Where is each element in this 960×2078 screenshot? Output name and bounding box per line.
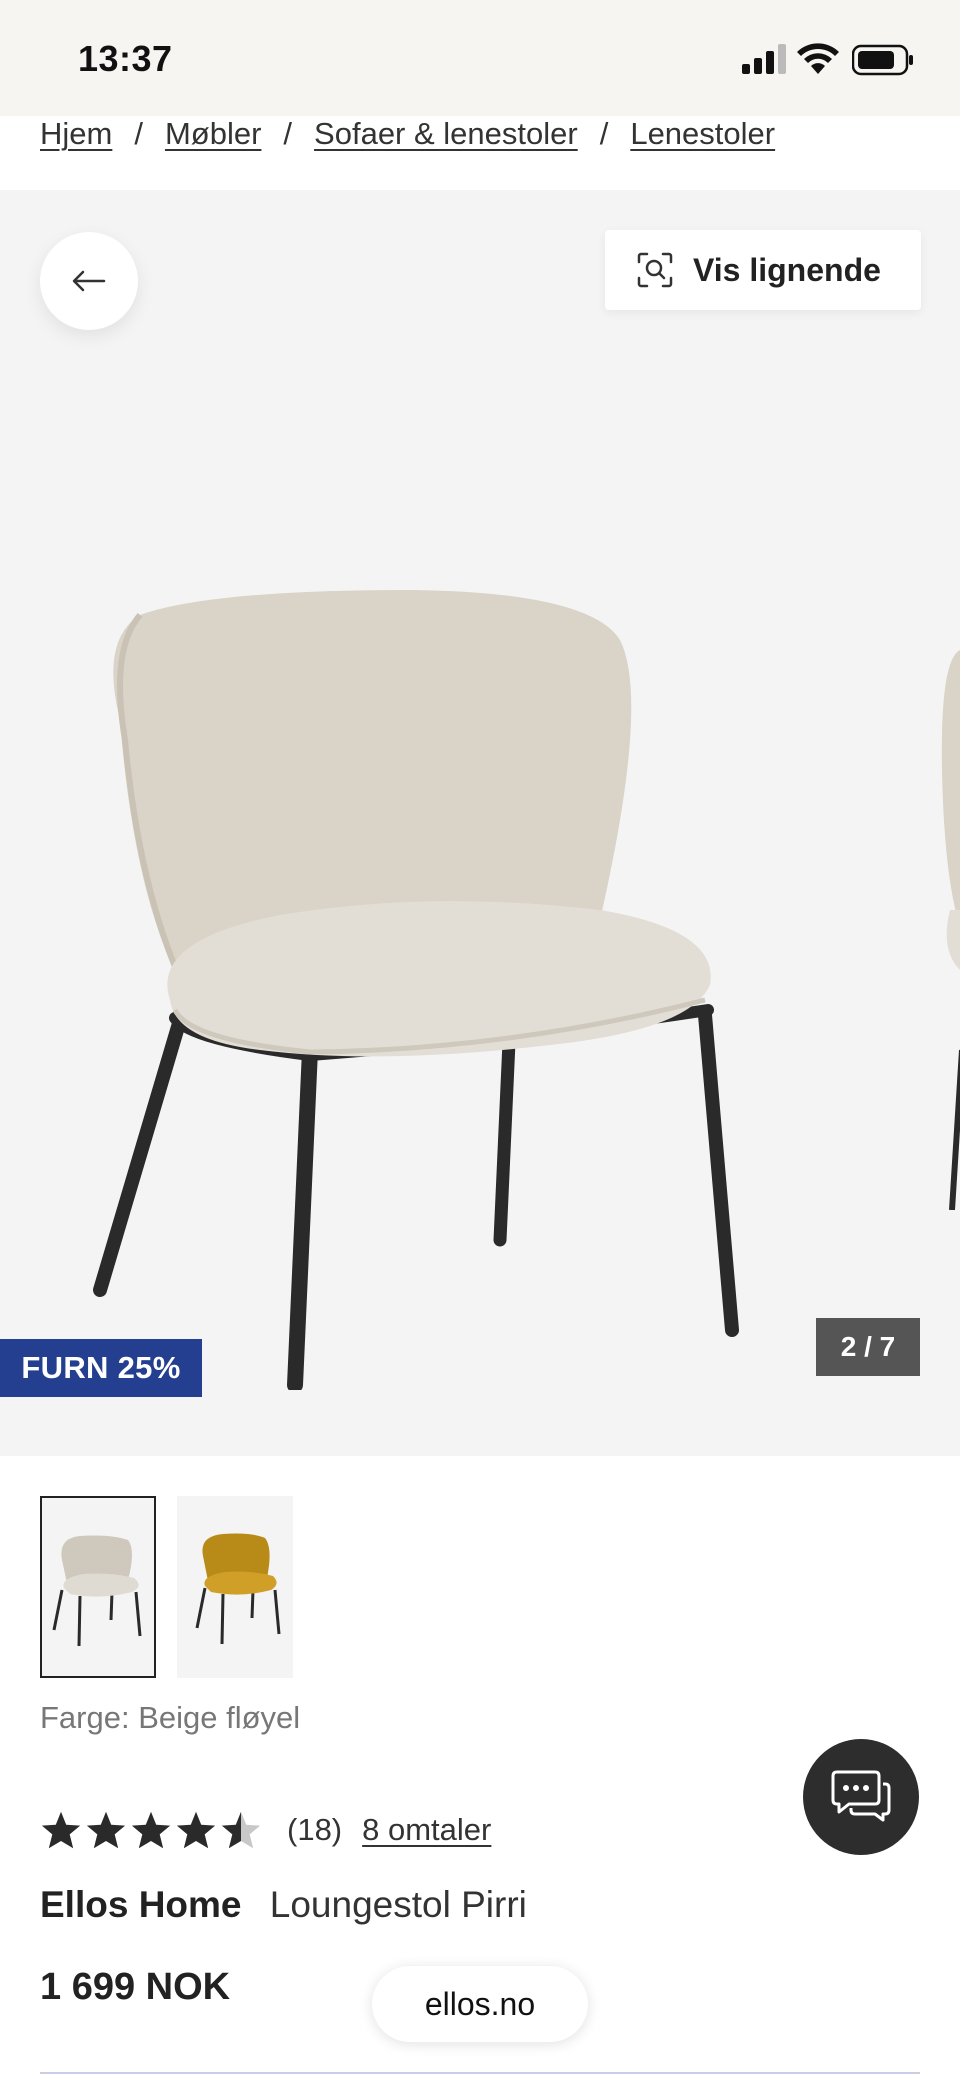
next-product-image-peek [941,650,960,1210]
visual-search-icon [637,252,673,288]
reviews-link[interactable]: 8 omtaler [362,1812,491,1848]
star-full-icon [86,1811,126,1849]
arrow-left-icon [72,270,106,292]
breadcrumb-sofas-armchairs[interactable]: Sofaer & lenestoler [314,116,578,152]
battery-icon [852,44,913,76]
breadcrumb-armchairs[interactable]: Lenestoler [630,116,775,152]
breadcrumb: Hjem / Møbler / Sofaer & lenestoler / Le… [40,108,775,160]
product-title: Ellos Home Loungestol Pirri [40,1884,527,1926]
star-half-icon [221,1811,261,1849]
image-counter: 2 / 7 [816,1318,920,1376]
status-time: 13:37 [78,38,173,79]
thumbnail-chair-beige [52,1535,142,1647]
color-thumbnail-beige[interactable] [40,1496,156,1678]
breadcrumb-home[interactable]: Hjem [40,116,112,152]
breadcrumb-furniture[interactable]: Møbler [165,116,261,152]
breadcrumb-separator: / [599,116,609,151]
wifi-icon [797,43,839,74]
rating-stars [40,1810,265,1850]
view-similar-label: Vis lignende [693,251,881,288]
view-similar-button[interactable]: Vis lignende [605,230,921,310]
rating-count: (18) [287,1812,343,1847]
thumbnail-chair-yellow [195,1533,281,1645]
color-label: Farge: Beige fløyel [40,1700,301,1735]
status-bar: 13:37 [0,0,960,116]
divider [40,2072,920,2078]
product-name: Loungestol Pirri [269,1884,527,1925]
star-full-icon [131,1811,171,1849]
cellular-signal-icon [742,44,786,74]
product-image-gallery[interactable]: Vis lignende FURN 25% 2 / 7 [0,190,960,1456]
star-full-icon [41,1811,81,1849]
color-thumbnail-yellow[interactable] [177,1496,293,1678]
star-full-icon [176,1811,216,1849]
chat-button[interactable] [803,1739,919,1855]
browser-url-pill[interactable]: ellos.no [372,1966,588,2042]
breadcrumb-separator: / [134,116,143,151]
product-price: 1 699 NOK [40,1966,231,2008]
breadcrumb-separator: / [283,116,293,151]
product-brand[interactable]: Ellos Home [40,1884,242,1925]
product-image-chair [93,590,739,1390]
rating-row: (18) 8 omtaler [40,1806,491,1854]
back-button[interactable] [40,232,138,330]
promo-badge: FURN 25% [0,1339,202,1397]
chat-bubbles-icon [831,1770,891,1822]
